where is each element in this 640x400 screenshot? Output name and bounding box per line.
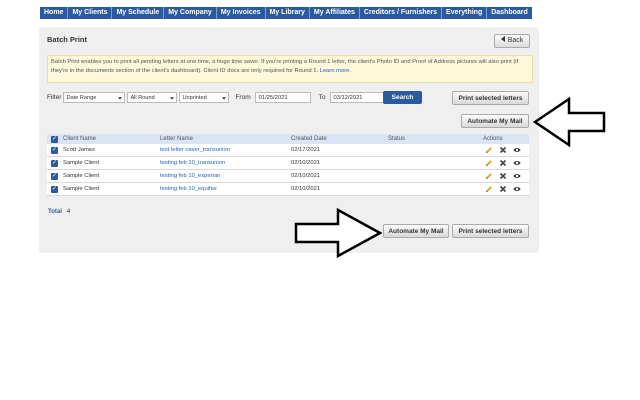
nav-home[interactable]: Home — [40, 7, 69, 19]
batch-print-panel: Batch Print Back Batch Print enables you… — [39, 27, 539, 253]
view-eye-icon[interactable] — [513, 159, 521, 167]
status-select[interactable]: Unprinted — [179, 91, 230, 103]
total-label: Total — [48, 209, 62, 215]
client-name: Scott James — [63, 147, 95, 153]
search-button[interactable]: Search — [383, 91, 422, 104]
row-checkbox[interactable]: ✓ — [51, 185, 58, 193]
info-notice: Batch Print enables you to print all pen… — [47, 55, 533, 83]
table-header: ✓ Client Name Letter Name Created Date S… — [47, 134, 529, 144]
header-client-name: Client Name — [63, 136, 97, 142]
nav-my-company[interactable]: My Company — [164, 7, 217, 19]
row-checkbox[interactable]: ✓ — [51, 172, 58, 180]
delete-x-icon[interactable] — [499, 159, 507, 167]
created-date: 02/17/2021 — [291, 147, 321, 153]
header-created-date: Created Date — [291, 136, 327, 142]
automate-mail-button-bottom[interactable]: Automate My Mail — [383, 224, 449, 238]
select-all-checkbox[interactable]: ✓ — [51, 135, 58, 143]
back-arrow-icon — [500, 36, 505, 42]
nav-my-library[interactable]: My Library — [266, 7, 310, 19]
nav-dashboard[interactable]: Dashboard — [487, 7, 532, 19]
nav-creditors-furnishers[interactable]: Creditors / Furnishers — [360, 7, 443, 19]
letter-name-link[interactable]: test letter caver_transunion — [160, 147, 230, 153]
created-date: 02/10/2021 — [291, 173, 321, 179]
row-checkbox[interactable]: ✓ — [51, 159, 58, 167]
left-pointing-arrow-annotation — [533, 97, 606, 147]
print-selected-button-top[interactable]: Print selected letters — [452, 91, 529, 105]
client-name: Sample Client — [63, 173, 100, 179]
page-title: Batch Print — [47, 35, 88, 44]
nav-my-affiliates[interactable]: My Affiliates — [310, 7, 360, 19]
from-date-input[interactable]: 01/25/2021 — [254, 91, 311, 103]
total-count: Total 4 — [48, 209, 70, 215]
letter-name-link[interactable]: testing feb 10_experian — [160, 173, 220, 179]
right-pointing-arrow-annotation — [294, 207, 382, 259]
nav-my-schedule[interactable]: My Schedule — [112, 7, 165, 19]
view-eye-icon[interactable] — [513, 172, 521, 180]
filter-row: Filter Date Range All Round Unprinted Fr… — [47, 91, 386, 103]
header-letter-name: Letter Name — [160, 136, 194, 142]
letter-name-link[interactable]: testing feb 10_equifax — [160, 186, 217, 192]
header-actions: Actions — [483, 136, 503, 142]
edit-pencil-icon[interactable] — [485, 172, 493, 180]
client-name: Sample Client — [63, 160, 100, 166]
top-nav: Home My Clients My Schedule My Company M… — [40, 7, 532, 19]
edit-pencil-icon[interactable] — [485, 159, 493, 167]
created-date: 02/10/2021 — [291, 186, 321, 192]
round-select[interactable]: All Round — [127, 91, 178, 103]
letters-table: ✓ Client Name Letter Name Created Date S… — [47, 134, 529, 196]
back-button-label: Back — [507, 37, 524, 44]
row-checkbox[interactable]: ✓ — [51, 146, 58, 154]
date-range-select[interactable]: Date Range — [63, 91, 126, 103]
nav-my-invoices[interactable]: My Invoices — [217, 7, 266, 19]
letter-name-link[interactable]: testing feb 10_transunion — [160, 160, 225, 166]
total-value: 4 — [66, 209, 71, 215]
print-selected-button-bottom[interactable]: Print selected letters — [452, 224, 529, 238]
back-button[interactable]: Back — [494, 34, 530, 48]
nav-my-clients[interactable]: My Clients — [68, 7, 113, 19]
delete-x-icon[interactable] — [499, 146, 507, 154]
created-date: 02/10/2021 — [291, 160, 321, 166]
to-label: To — [318, 93, 326, 101]
automate-mail-button-top[interactable]: Automate My Mail — [461, 114, 529, 128]
delete-x-icon[interactable] — [499, 185, 507, 193]
learn-more-link[interactable]: Learn more. — [320, 68, 351, 74]
nav-everything[interactable]: Everything — [442, 7, 488, 19]
client-name: Sample Client — [63, 186, 100, 192]
notice-text: Batch Print enables you to print all pen… — [51, 59, 519, 74]
table-row: ✓ Sample Client testing feb 10_equifax 0… — [47, 183, 529, 196]
edit-pencil-icon[interactable] — [485, 185, 493, 193]
table-row: ✓ Sample Client testing feb 10_experian … — [47, 170, 529, 183]
from-label: From — [235, 93, 251, 101]
table-row: ✓ Scott James test letter caver_transuni… — [47, 144, 529, 157]
to-date-input[interactable]: 03/12/2021 — [329, 91, 386, 103]
filter-label: Filter — [47, 93, 62, 101]
table-row: ✓ Sample Client testing feb 10_transunio… — [47, 157, 529, 170]
view-eye-icon[interactable] — [513, 185, 521, 193]
delete-x-icon[interactable] — [499, 172, 507, 180]
edit-pencil-icon[interactable] — [485, 146, 493, 154]
header-status: Status — [388, 136, 406, 142]
view-eye-icon[interactable] — [513, 146, 521, 154]
